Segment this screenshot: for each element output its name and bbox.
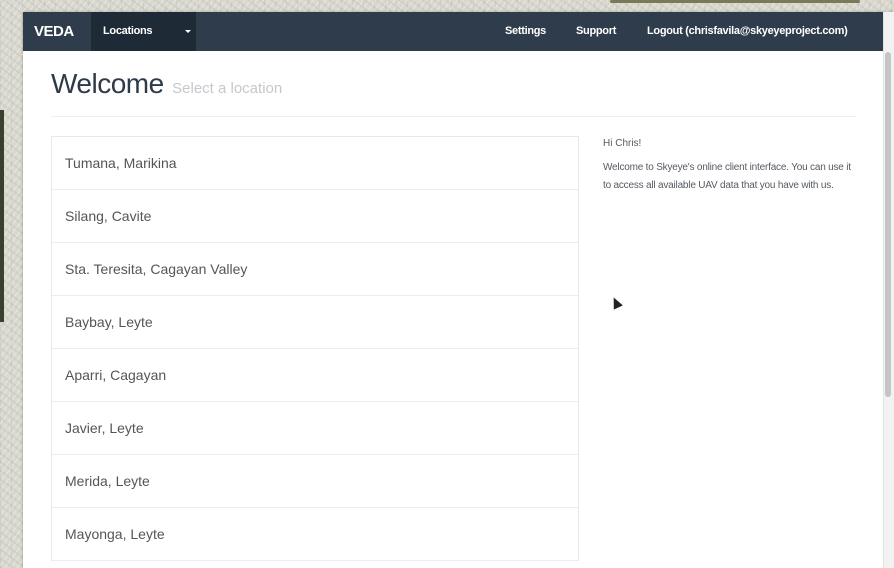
location-list: Tumana, Marikina Silang, Cavite Sta. Ter… <box>51 136 579 561</box>
caret-down-icon[interactable] <box>185 30 191 33</box>
location-item[interactable]: Merida, Leyte <box>52 455 578 508</box>
sidebar-greeting: Hi Chris! <box>603 138 642 149</box>
page-header: Welcome Select a location <box>51 68 282 100</box>
page-title: Welcome <box>51 68 164 99</box>
background-window-edge <box>0 110 4 322</box>
nav-item-support[interactable]: Support <box>576 12 616 51</box>
mouse-pointer-icon <box>609 295 623 310</box>
welcome-sidebar: Hi Chris! Welcome to Skyeye's online cli… <box>603 138 858 195</box>
nav-item-locations[interactable]: Locations <box>103 12 153 51</box>
header-divider <box>51 116 856 117</box>
browser-window: VEDA Locations Settings Support Logout (… <box>23 12 894 568</box>
page-subtitle: Select a location <box>172 80 283 97</box>
top-navbar: VEDA Locations Settings Support Logout (… <box>23 12 883 51</box>
location-item[interactable]: Aparri, Cagayan <box>52 349 578 402</box>
location-item[interactable]: Sta. Teresita, Cagayan Valley <box>52 243 578 296</box>
location-item[interactable]: Silang, Cavite <box>52 190 578 243</box>
location-item[interactable]: Baybay, Leyte <box>52 296 578 349</box>
location-item[interactable]: Mayonga, Leyte <box>52 508 578 561</box>
nav-item-logout[interactable]: Logout (chrisfavila@skyeyeproject.com) <box>647 12 848 51</box>
location-item[interactable]: Tumana, Marikina <box>52 137 578 190</box>
nav-item-settings[interactable]: Settings <box>505 12 546 51</box>
scrollbar-thumb[interactable] <box>885 52 891 397</box>
background-frame-edge <box>610 0 860 3</box>
location-item[interactable]: Javier, Leyte <box>52 402 578 455</box>
brand-logo[interactable]: VEDA <box>34 12 74 51</box>
sidebar-message: Welcome to Skyeye's online client interf… <box>603 162 851 191</box>
